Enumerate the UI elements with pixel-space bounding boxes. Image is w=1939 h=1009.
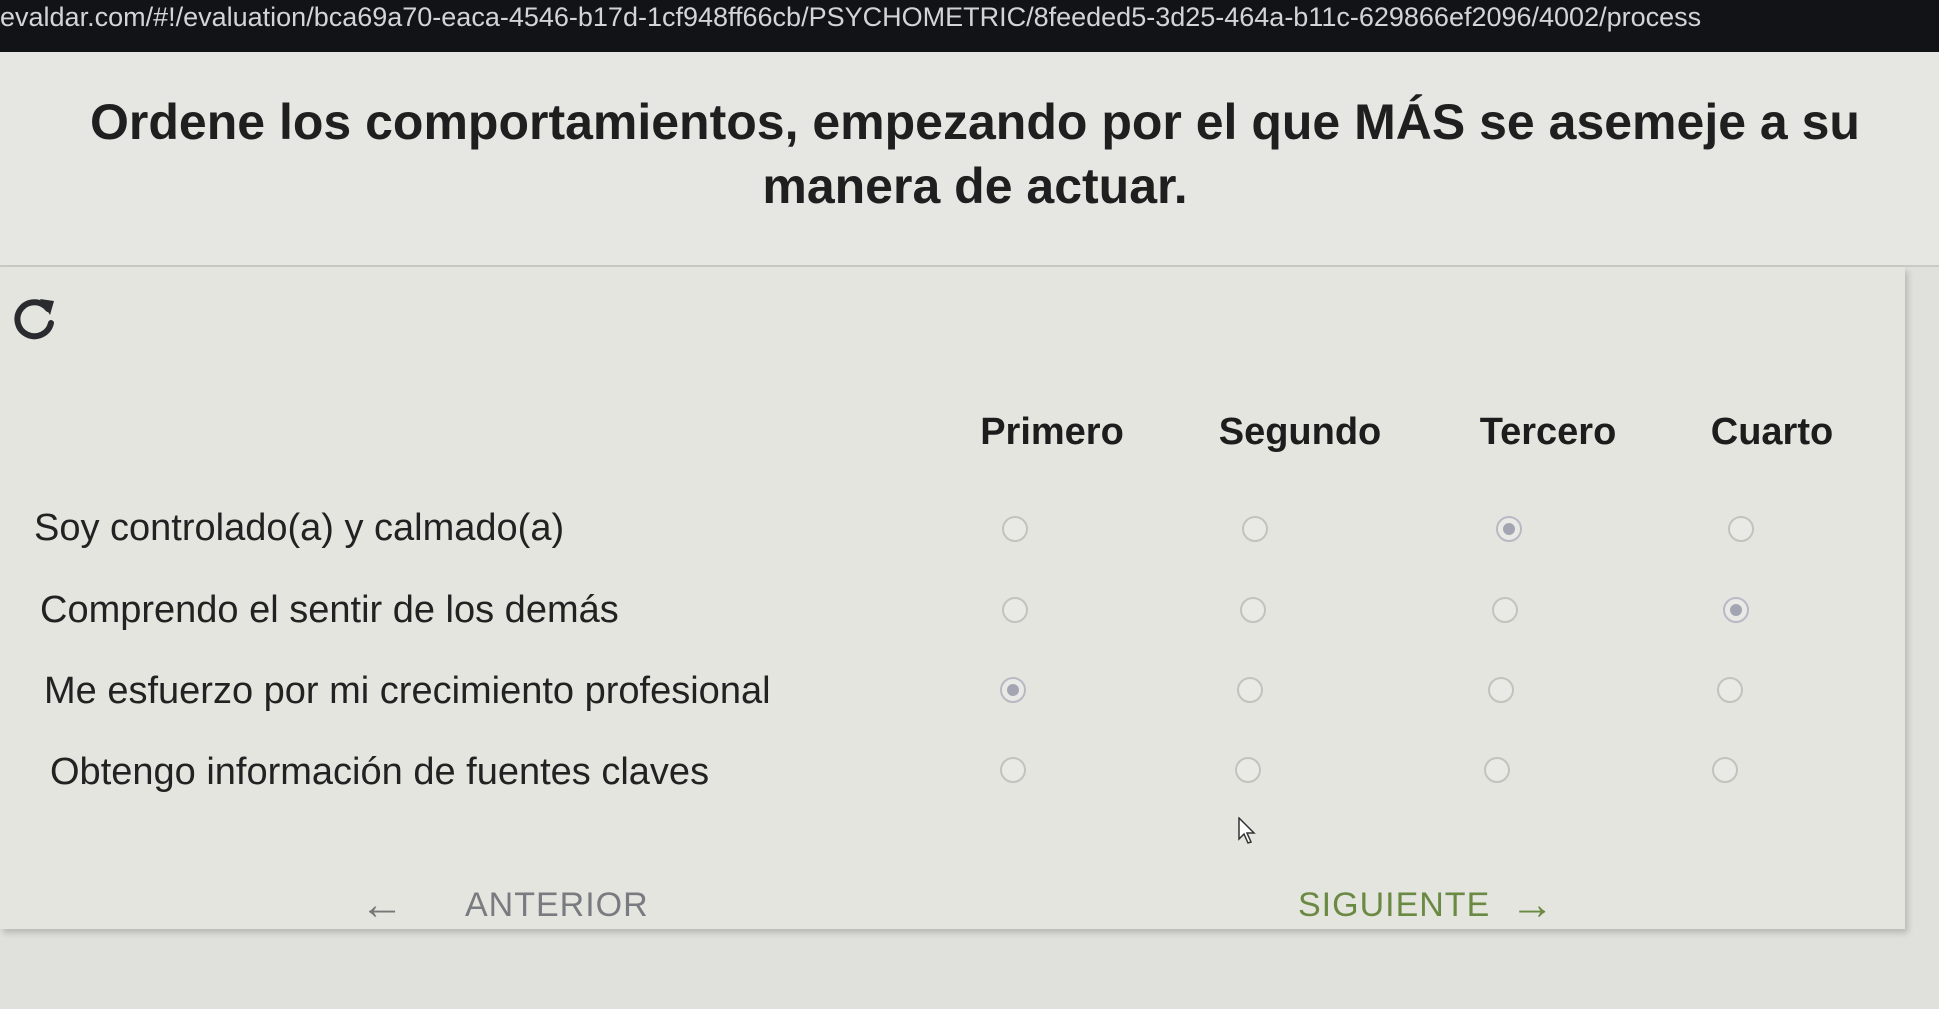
page: Ordene los comportamientos, empezando po…: [0, 52, 1939, 1009]
radio-row3-tercero[interactable]: [1488, 677, 1514, 703]
radio-row4-primero[interactable]: [1000, 757, 1026, 783]
row-label-1: Soy controlado(a) y calmado(a): [34, 507, 565, 549]
anterior-button[interactable]: ← ANTERIOR: [360, 880, 649, 929]
row-label-2: Comprendo el sentir de los demás: [40, 589, 619, 631]
radio-row3-primero[interactable]: [1000, 677, 1026, 703]
column-header-cuarto: Cuarto: [1710, 411, 1834, 453]
column-header-primero: Primero: [980, 411, 1124, 453]
siguiente-button[interactable]: SIGUIENTE →: [1298, 880, 1556, 929]
question-header: Ordene los comportamientos, empezando po…: [0, 52, 1939, 267]
radio-row1-tercero[interactable]: [1496, 516, 1522, 542]
browser-address-bar[interactable]: evaldar.com/#!/evaluation/bca69a70-eaca-…: [0, 0, 1939, 52]
radio-row2-tercero[interactable]: [1492, 597, 1518, 623]
radio-row4-segundo[interactable]: [1235, 757, 1261, 783]
row-label-3: Me esfuerzo por mi crecimiento profesion…: [44, 670, 771, 712]
radio-row2-primero[interactable]: [1002, 597, 1028, 623]
column-header-tercero: Tercero: [1479, 411, 1617, 453]
url-text[interactable]: evaldar.com/#!/evaluation/bca69a70-eaca-…: [0, 2, 1701, 33]
arrow-right-icon: →: [1510, 880, 1556, 929]
radio-row2-segundo[interactable]: [1240, 597, 1266, 623]
radio-row4-cuarto[interactable]: [1712, 757, 1738, 783]
column-header-segundo: Segundo: [1218, 411, 1382, 453]
radio-row1-cuarto[interactable]: [1728, 516, 1754, 542]
radio-row4-tercero[interactable]: [1484, 757, 1510, 783]
radio-row3-segundo[interactable]: [1237, 677, 1263, 703]
question-title: Ordene los comportamientos, empezando po…: [90, 94, 1860, 214]
siguiente-label: SIGUIENTE: [1298, 885, 1491, 924]
arrow-left-icon: ←: [360, 880, 405, 929]
radio-row1-primero[interactable]: [1002, 516, 1028, 542]
radio-row2-cuarto[interactable]: [1723, 597, 1749, 623]
mouse-cursor-icon: [1238, 817, 1256, 844]
radio-row3-cuarto[interactable]: [1717, 677, 1743, 703]
refresh-icon[interactable]: [10, 295, 58, 343]
radio-row1-segundo[interactable]: [1242, 516, 1268, 542]
row-label-4: Obtengo información de fuentes claves: [50, 751, 710, 793]
ranking-card: Primero Segundo Tercero Cuarto Soy contr…: [0, 267, 1905, 929]
anterior-label: ANTERIOR: [465, 885, 649, 924]
